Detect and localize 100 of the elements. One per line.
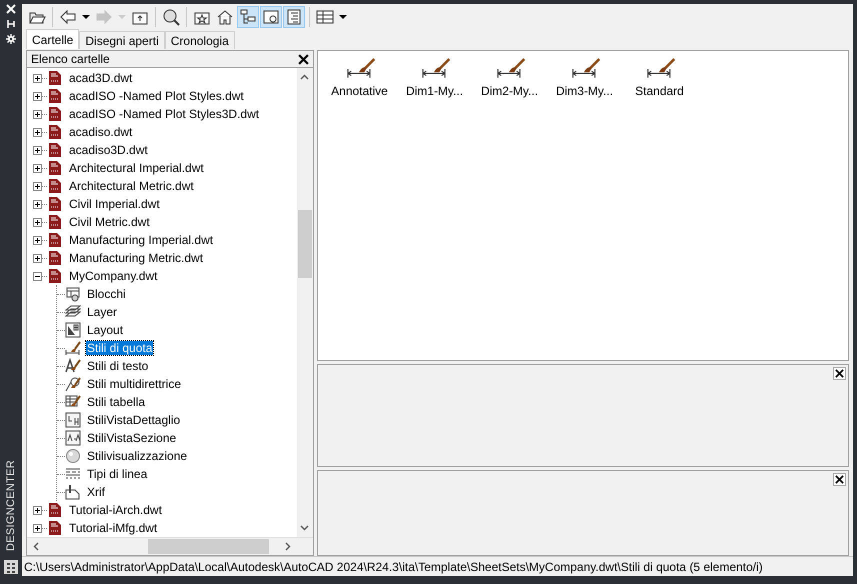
preview-icon (262, 8, 280, 26)
pin-icon[interactable] (6, 19, 16, 29)
drawing-file-icon (47, 70, 63, 86)
tree-item[interactable]: acadISO -Named Plot Styles3D.dwt (68, 107, 260, 122)
tree-item[interactable]: MyCompany.dwt (68, 269, 158, 284)
scroll-thumb[interactable] (298, 210, 312, 278)
tree-item[interactable]: Stilivisualizzazione (86, 449, 188, 464)
expand-icon[interactable] (33, 146, 42, 155)
tree-item[interactable]: StiliVistaSezione (86, 431, 178, 446)
scroll-up-icon[interactable] (300, 74, 309, 80)
expand-icon[interactable] (33, 128, 42, 137)
tab[interactable]: Cronologia (164, 31, 235, 50)
expand-icon[interactable] (33, 236, 42, 245)
tree-item[interactable]: Architectural Imperial.dwt (68, 161, 205, 176)
close-icon[interactable] (6, 4, 16, 14)
drawing-file-icon (47, 520, 63, 536)
dimension-style-item[interactable]: Annotative (322, 57, 397, 100)
status-path: C:\Users\Administrator\AppData\Local\Autodesk\AutoCAD 2024\R24.3\ita\Template\SheetSets\MyCompany.dwt\Stili di quota (5 elemento/i) (22, 556, 853, 576)
expand-icon[interactable] (33, 92, 42, 101)
tree-item[interactable]: Architectural Metric.dwt (68, 179, 195, 194)
expand-icon[interactable] (33, 524, 42, 533)
expand-icon[interactable] (33, 200, 42, 209)
home-icon (216, 8, 234, 26)
scroll-thumb[interactable] (148, 539, 269, 554)
tree-item[interactable]: Manufacturing Metric.dwt (68, 251, 204, 266)
tree-item[interactable]: Layer (86, 305, 118, 320)
drawing-file-icon (47, 88, 63, 104)
close-button[interactable] (833, 473, 846, 486)
caret-icon (339, 14, 347, 19)
style-item-icon (65, 484, 81, 500)
horizontal-scrollbar[interactable] (27, 537, 313, 556)
tree-item[interactable]: Blocchi (86, 287, 127, 302)
dimension-style-item[interactable]: Standard (622, 57, 697, 100)
style-item-icon (65, 430, 81, 446)
close-icon (298, 54, 309, 65)
expand-icon[interactable] (33, 254, 42, 263)
collapse-icon[interactable] (33, 272, 42, 281)
style-item-icon (65, 340, 81, 356)
close-button[interactable] (298, 54, 309, 65)
tree-item[interactable]: Tutorial-iMfg.dwt (68, 521, 158, 536)
search-icon (162, 8, 180, 26)
style-item-icon (65, 376, 81, 392)
drawing-file-icon (47, 268, 63, 284)
expand-icon[interactable] (33, 218, 42, 227)
tree-item[interactable]: acadiso3D.dwt (68, 143, 149, 158)
close-icon (835, 475, 844, 484)
close-icon (835, 369, 844, 378)
drawing-file-icon (47, 106, 63, 122)
tree-item[interactable]: Manufacturing Imperial.dwt (68, 233, 214, 248)
scroll-right-icon[interactable] (285, 542, 291, 552)
tree-item[interactable]: Layout (86, 323, 124, 338)
forward-arrow-icon (95, 8, 113, 26)
toolbar-button[interactable] (260, 6, 282, 28)
scroll-left-icon[interactable] (33, 542, 39, 552)
tree-item[interactable]: acadISO -Named Plot Styles.dwt (68, 89, 245, 104)
vertical-scrollbar[interactable] (297, 68, 313, 538)
tree-item[interactable]: Tutorial-iArch.dwt (68, 503, 163, 518)
tree-item[interactable]: Civil Metric.dwt (68, 215, 151, 230)
drawing-file-icon (47, 214, 63, 230)
drawing-file-icon (47, 250, 63, 266)
tab[interactable]: Cartelle (26, 29, 80, 50)
drawing-file-icon (47, 124, 63, 140)
tree-item[interactable]: Stili tabella (86, 395, 146, 410)
drawing-file-icon (47, 502, 63, 518)
dimension-style-item[interactable]: Dim2-My... (472, 57, 547, 100)
description-icon (285, 8, 303, 26)
tree-item[interactable]: acad3D.dwt (68, 71, 134, 86)
tree-item[interactable]: Tipi di linea (86, 467, 148, 482)
close-button[interactable] (833, 367, 846, 380)
expand-icon[interactable] (33, 74, 42, 83)
tab[interactable]: Disegni aperti (79, 31, 165, 50)
expand-icon[interactable] (33, 506, 42, 515)
toolbar-button[interactable] (237, 6, 259, 28)
dimension-style-item[interactable]: Dim3-My... (547, 57, 622, 100)
palette-title: DESIGNCENTER (5, 460, 17, 551)
tree-item[interactable]: Stili di testo (86, 359, 150, 374)
settings-icon[interactable] (6, 34, 16, 44)
toolbar-button[interactable] (283, 6, 305, 28)
dimension-style-item[interactable]: Dim1-My... (397, 57, 472, 100)
expand-icon[interactable] (33, 182, 42, 191)
tree-item[interactable]: Civil Imperial.dwt (68, 197, 161, 212)
drawing-file-icon (47, 160, 63, 176)
expand-icon[interactable] (33, 110, 42, 119)
tree-item[interactable]: acadiso.dwt (68, 125, 134, 140)
drawing-file-icon (47, 178, 63, 194)
style-item-icon (65, 322, 81, 338)
expand-icon[interactable] (33, 164, 42, 173)
tree-item[interactable]: Stili multidirettrice (86, 377, 182, 392)
tree-item[interactable]: Xrif (86, 485, 106, 500)
back-arrow-icon (59, 8, 77, 26)
tree-item[interactable]: StiliVistaDettaglio (86, 413, 182, 428)
tree-item[interactable]: Stili di quota (86, 341, 154, 356)
grid-icon[interactable] (4, 560, 18, 574)
caret-icon (118, 14, 126, 19)
caret-icon (82, 14, 90, 19)
style-item-icon (65, 358, 81, 374)
scroll-down-icon[interactable] (300, 525, 309, 532)
list-view-icon (316, 8, 334, 26)
drawing-file-icon (47, 142, 63, 158)
panel-title: Elenco cartelle (31, 52, 110, 66)
